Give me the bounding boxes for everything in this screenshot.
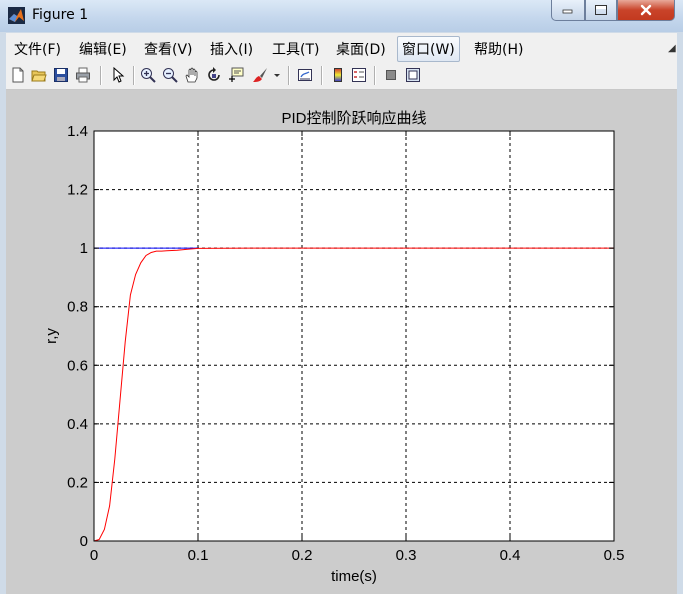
menu-file[interactable]: 文件(F) [14,39,61,59]
rotate-3d-icon [208,67,220,81]
edit-plot-button[interactable] [109,66,127,84]
colorbar-button[interactable] [329,66,347,84]
close-icon [640,4,652,16]
close-button[interactable] [617,0,675,21]
x-tick-label: 0.4 [500,547,521,564]
brush-dropdown-button[interactable] [272,66,282,84]
legend-icon [352,68,366,82]
y-tick-label: 1 [80,240,88,257]
toolbar [6,62,677,90]
menu-edit[interactable]: 编辑(E) [79,39,127,59]
x-tick-label: 0.1 [188,547,209,564]
zoom-out-button[interactable] [161,66,179,84]
plot-svg: 0 0.1 0.2 0.3 0.4 0.5 0 0.2 0.4 0.6 0.8 1 1.2 1.4 PID… [43,109,625,585]
title-bar[interactable]: Figure 1 [0,0,683,32]
window-title: Figure 1 [32,7,89,23]
menu-window[interactable]: 窗口(W) [397,36,460,62]
print-button[interactable] [74,66,92,84]
maximize-button[interactable] [585,0,617,21]
axes-background[interactable] [94,131,614,541]
minimize-icon [562,9,573,14]
legend-button[interactable] [350,66,368,84]
pan-button[interactable] [183,66,201,84]
minimize-button[interactable] [551,0,585,21]
new-figure-button[interactable] [9,66,27,84]
y-tick-label: 0.2 [67,474,88,491]
menu-view[interactable]: 查看(V) [144,39,193,59]
matlab-logo-icon [8,7,25,24]
print-icon [76,67,90,83]
brush-button[interactable] [251,66,269,84]
x-axis-label: time(s) [331,568,377,585]
save-button[interactable] [52,66,70,84]
y-tick-label: 0.6 [67,357,88,374]
y-tick-label: 1.2 [67,182,88,199]
menu-expand-icon[interactable]: ◢ [668,43,676,54]
chart-title: PID控制阶跃响应曲线 [281,109,426,127]
link-plot-icon [298,69,312,81]
x-tick-label: 0.2 [292,547,313,564]
data-cursor-icon [229,67,244,82]
zoom-out-icon [163,68,178,83]
y-tick-label: 0.4 [67,416,88,433]
show-plot-tools-icon [406,68,420,82]
brush-dropdown-icon [274,74,280,77]
colorbar-icon [334,68,342,82]
menu-bar: 文件(F) 编辑(E) 查看(V) 插入(I) 工具(T) 桌面(D) 窗口(W… [6,33,677,63]
rotate-3d-button[interactable] [205,66,223,84]
x-tick-label: 0 [90,547,98,564]
open-file-button[interactable] [30,66,48,84]
y-axis-label: r,y [43,328,60,344]
brush-icon [253,68,267,82]
y-tick-label: 1.4 [67,123,88,140]
edit-plot-arrow-icon [113,67,125,83]
new-figure-icon [12,67,24,83]
figure-window: Figure 1 文件(F) 编辑(E) 查看(V) 插入(I) 工具(T) 桌… [0,0,683,594]
y-tick-label: 0 [80,533,88,550]
maximize-icon [595,5,607,15]
link-plot-button[interactable] [296,66,314,84]
figure-canvas: 0 0.1 0.2 0.3 0.4 0.5 0 0.2 0.4 0.6 0.8 1 1.2 1.4 PID… [6,90,677,594]
x-tick-label: 0.3 [396,547,417,564]
show-plot-tools-button[interactable] [404,66,422,84]
menu-help[interactable]: 帮助(H) [474,39,523,59]
data-cursor-button[interactable] [227,66,245,84]
hide-plot-tools-button[interactable] [382,66,400,84]
x-tick-label: 0.5 [604,547,625,564]
menu-insert[interactable]: 插入(I) [210,39,253,59]
pan-hand-icon [185,67,198,83]
menu-desktop[interactable]: 桌面(D) [336,39,386,59]
menu-tools[interactable]: 工具(T) [272,39,319,59]
zoom-in-button[interactable] [139,66,157,84]
hide-plot-tools-icon [386,70,396,80]
y-tick-label: 0.8 [67,299,88,316]
zoom-in-icon [141,68,156,83]
save-icon [54,68,68,82]
open-file-icon [31,70,47,82]
